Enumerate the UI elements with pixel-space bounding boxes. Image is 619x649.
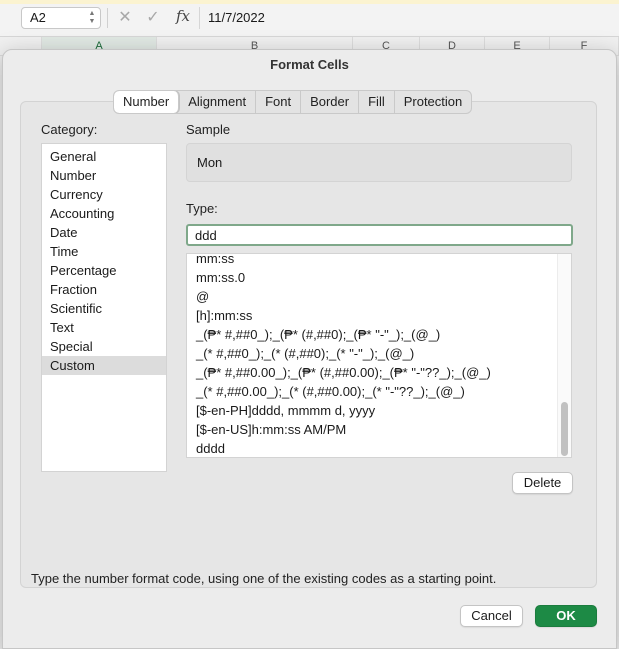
name-box-value: A2	[30, 10, 46, 25]
formula-bar: A2 ▲ ▼ ✕ ✓ fx 11/7/2022	[0, 0, 619, 37]
category-item-number[interactable]: Number	[42, 166, 166, 185]
format-code-item[interactable]: mm:ss	[187, 254, 557, 268]
type-label: Type:	[186, 201, 218, 216]
category-list[interactable]: General Number Currency Accounting Date …	[41, 143, 167, 472]
format-code-item[interactable]: _(* #,##0_);_(* (#,##0);_(* "-"_);_(@_)	[187, 344, 557, 363]
format-code-items: mm:ss mm:ss.0 @ [h]:mm:ss _(₱* #,##0_);_…	[187, 254, 557, 457]
format-code-item[interactable]: [h]:mm:ss	[187, 306, 557, 325]
category-item-date[interactable]: Date	[42, 223, 166, 242]
insert-function-icon[interactable]: fx	[176, 7, 190, 25]
category-item-percentage[interactable]: Percentage	[42, 261, 166, 280]
tab-fill[interactable]: Fill	[359, 91, 395, 113]
name-box-dropdown-icon[interactable]: ▲ ▼	[88, 10, 96, 26]
ok-button[interactable]: OK	[535, 605, 597, 627]
name-box[interactable]: A2 ▲ ▼	[21, 7, 101, 29]
category-item-special[interactable]: Special	[42, 337, 166, 356]
tab-protection[interactable]: Protection	[395, 91, 472, 113]
tab-strip: Number Alignment Font Border Fill Protec…	[113, 90, 473, 114]
excel-window: A2 ▲ ▼ ✕ ✓ fx 11/7/2022 A B C D E F Forma…	[0, 0, 619, 649]
category-item-currency[interactable]: Currency	[42, 185, 166, 204]
confirm-edit-icon[interactable]: ✓	[144, 8, 162, 28]
formula-bar-divider	[107, 8, 108, 28]
tab-alignment[interactable]: Alignment	[179, 91, 257, 113]
format-code-list[interactable]: mm:ss mm:ss.0 @ [h]:mm:ss _(₱* #,##0_);_…	[186, 253, 572, 458]
tab-number[interactable]: Number	[114, 91, 180, 113]
format-code-item[interactable]: [$-en-US]h:mm:ss AM/PM	[187, 420, 557, 439]
category-item-accounting[interactable]: Accounting	[42, 204, 166, 223]
format-code-item[interactable]: mm:ss.0	[187, 268, 557, 287]
format-code-item[interactable]: _(* #,##0.00_);_(* (#,##0.00);_(* "-"??_…	[187, 382, 557, 401]
format-code-item[interactable]: [$-en-PH]dddd, mmmm d, yyyy	[187, 401, 557, 420]
sample-preview: Mon	[186, 143, 572, 182]
cancel-edit-icon[interactable]: ✕	[116, 8, 134, 28]
number-panel: Category: General Number Currency Accoun…	[20, 101, 597, 588]
category-item-scientific[interactable]: Scientific	[42, 299, 166, 318]
sample-label: Sample	[186, 122, 231, 137]
format-list-scrollbar[interactable]	[557, 254, 571, 457]
format-cells-dialog: Format Cells Number Alignment Font Borde…	[2, 49, 617, 649]
dialog-title: Format Cells	[270, 57, 349, 72]
category-item-fraction[interactable]: Fraction	[42, 280, 166, 299]
format-list-scroll-thumb[interactable]	[561, 402, 568, 456]
type-input[interactable]	[186, 224, 573, 246]
ribbon-edge	[0, 0, 619, 4]
category-item-custom[interactable]: Custom	[42, 356, 166, 375]
format-code-item[interactable]: _(₱* #,##0.00_);_(₱* (#,##0.00);_(₱* "-"…	[187, 363, 557, 382]
cancel-button[interactable]: Cancel	[460, 605, 523, 627]
category-item-text[interactable]: Text	[42, 318, 166, 337]
format-code-item[interactable]: dddd	[187, 439, 557, 457]
format-code-item[interactable]: _(₱* #,##0_);_(₱* (#,##0);_(₱* "-"_);_(@…	[187, 325, 557, 344]
format-code-item[interactable]: @	[187, 287, 557, 306]
category-label: Category:	[41, 122, 98, 137]
tab-font[interactable]: Font	[256, 91, 302, 113]
delete-button[interactable]: Delete	[512, 472, 573, 494]
tab-border[interactable]: Border	[301, 91, 360, 113]
formula-input[interactable]: 11/7/2022	[199, 7, 619, 29]
format-hint-text: Type the number format code, using one o…	[31, 571, 497, 586]
category-item-time[interactable]: Time	[42, 242, 166, 261]
category-item-general[interactable]: General	[42, 147, 166, 166]
